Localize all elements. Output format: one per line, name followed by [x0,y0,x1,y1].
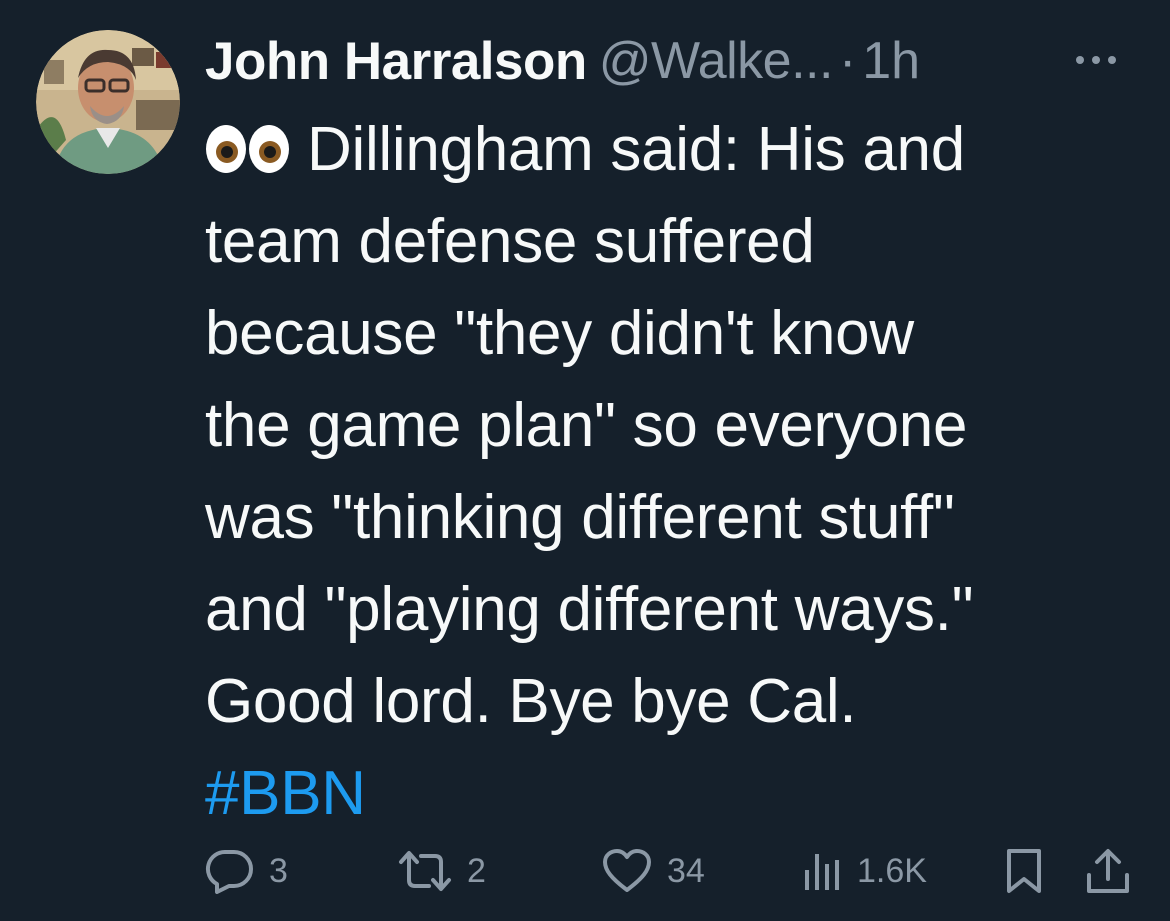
author-name[interactable]: John Harralson [205,31,587,92]
reply-count: 3 [269,851,288,890]
action-bar: 3 2 34 1.6K [205,842,1145,900]
tweet-timestamp[interactable]: 1h [862,31,920,91]
hashtag-link[interactable]: #BBN [205,748,1145,840]
avatar[interactable] [36,30,180,174]
retweet-icon [399,851,451,891]
tweet-line: and "playing different ways." [205,575,974,644]
bookmark-icon [1007,849,1041,893]
tweet-header: John Harralson @Walke... · 1h [205,28,1140,94]
tweet-line: was "thinking different stuff" [205,483,955,552]
author-handle[interactable]: @Walke... [599,31,834,91]
retweet-count: 2 [467,851,486,890]
separator-dot: · [838,32,857,90]
more-options-button[interactable] [1066,40,1126,80]
heart-icon [603,849,651,892]
tweet-line: Good lord. Bye bye Cal. [205,667,857,736]
share-icon [1087,849,1129,893]
like-count: 34 [667,851,705,890]
bookmark-button[interactable] [1005,842,1043,900]
tweet-line: because "they didn't know [205,299,914,368]
reply-icon [205,849,253,894]
tweet-line: the game plan" so everyone [205,391,968,460]
views-button[interactable]: 1.6K [803,842,927,900]
eyes-emoji-icon [206,125,289,173]
like-button[interactable]: 34 [601,842,705,900]
retweet-button[interactable]: 2 [397,842,486,900]
views-icon [805,854,839,890]
tweet-line: Dillingham said: His and [205,104,1145,196]
tweet-line-text: Dillingham said: His and [307,115,965,184]
more-icon [1076,56,1116,64]
share-button[interactable] [1085,842,1131,900]
views-count: 1.6K [857,851,927,890]
tweet-line: team defense suffered [205,207,815,276]
avatar-image [36,30,180,174]
tweet-text: Dillingham said: His and team defense su… [205,104,1145,840]
reply-button[interactable]: 3 [205,842,288,900]
